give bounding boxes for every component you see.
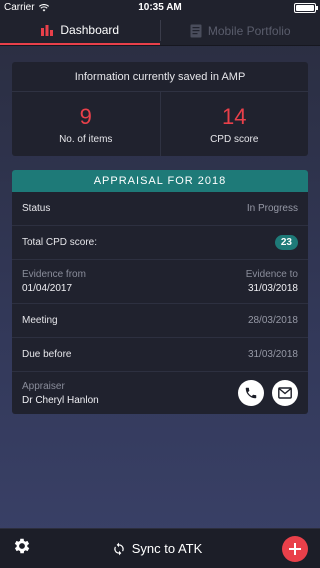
appraisal-title: APPRAISAL FOR 2018 [12,170,308,192]
bottom-bar: Sync to ATK [0,528,320,568]
cpd-score: 14 [222,103,247,129]
phone-icon [245,387,257,399]
bar-chart-icon [41,24,54,36]
sync-button[interactable]: Sync to ATK [112,541,203,556]
gear-icon [14,538,30,554]
total-cpd-badge: 23 [274,235,298,250]
settings-button[interactable] [12,536,32,561]
due-label: Due before [22,349,72,360]
plus-icon [288,542,301,555]
status-time: 10:35 AM [138,2,182,13]
amp-info-heading: Information currently saved in AMP [12,62,308,92]
tab-dashboard[interactable]: Dashboard [0,16,160,45]
appraisal-card: APPRAISAL FOR 2018 Status In Progress To… [12,170,308,414]
tab-bar: Dashboard Mobile Portfolio [0,16,320,46]
items-label: No. of items [59,133,113,145]
evidence-to: Evidence to 31/03/2018 [246,269,298,294]
appraiser-actions [230,380,298,406]
meeting-row: Meeting 28/03/2018 [12,304,308,338]
mail-icon [278,387,292,399]
status-bar: Carrier 10:35 AM [0,0,320,16]
tab-mobile-portfolio[interactable]: Mobile Portfolio [161,16,320,45]
sync-label: Sync to ATK [131,541,203,556]
appraiser-label: Appraiser [22,380,65,392]
total-cpd-label: Total CPD score: [22,237,98,248]
evidence-from-value: 01/04/2017 [22,283,73,294]
amp-stats: 9 No. of items 14 CPD score [12,92,308,156]
meeting-label: Meeting [22,315,58,326]
items-count: 9 [79,103,92,129]
total-cpd-row: Total CPD score: 23 [12,226,308,260]
evidence-from: Evidence from 01/04/2017 [22,269,86,294]
cpd-stat[interactable]: 14 CPD score [159,92,309,156]
tab-mobile-portfolio-label: Mobile Portfolio [207,23,291,38]
evidence-row: Evidence from 01/04/2017 Evidence to 31/… [12,260,308,304]
evidence-to-value: 31/03/2018 [247,283,298,294]
cpd-label: CPD score [210,133,259,145]
appraiser-row: Appraiser Dr Cheryl Hanlon [12,372,308,414]
sync-icon [114,542,124,555]
evidence-from-label: Evidence from [22,269,86,280]
email-button[interactable] [272,380,298,406]
appraiser-info: Appraiser Dr Cheryl Hanlon [22,381,99,406]
battery-icon [294,3,318,13]
tab-dashboard-label: Dashboard [60,22,120,37]
status-value: In Progress [246,203,298,214]
status-label: Status [22,203,51,214]
amp-info-card: Information currently saved in AMP 9 No.… [12,62,308,156]
meeting-value: 28/03/2018 [247,315,298,326]
appraiser-name: Dr Cheryl Hanlon [22,394,99,406]
add-button[interactable] [281,535,308,562]
due-row: Due before 31/03/2018 [12,338,308,372]
call-button[interactable] [238,380,264,406]
due-value: 31/03/2018 [247,349,298,360]
items-stat[interactable]: 9 No. of items [12,92,160,156]
document-icon [190,24,202,37]
evidence-to-label: Evidence to [245,269,298,280]
status-row: Status In Progress [12,192,308,226]
